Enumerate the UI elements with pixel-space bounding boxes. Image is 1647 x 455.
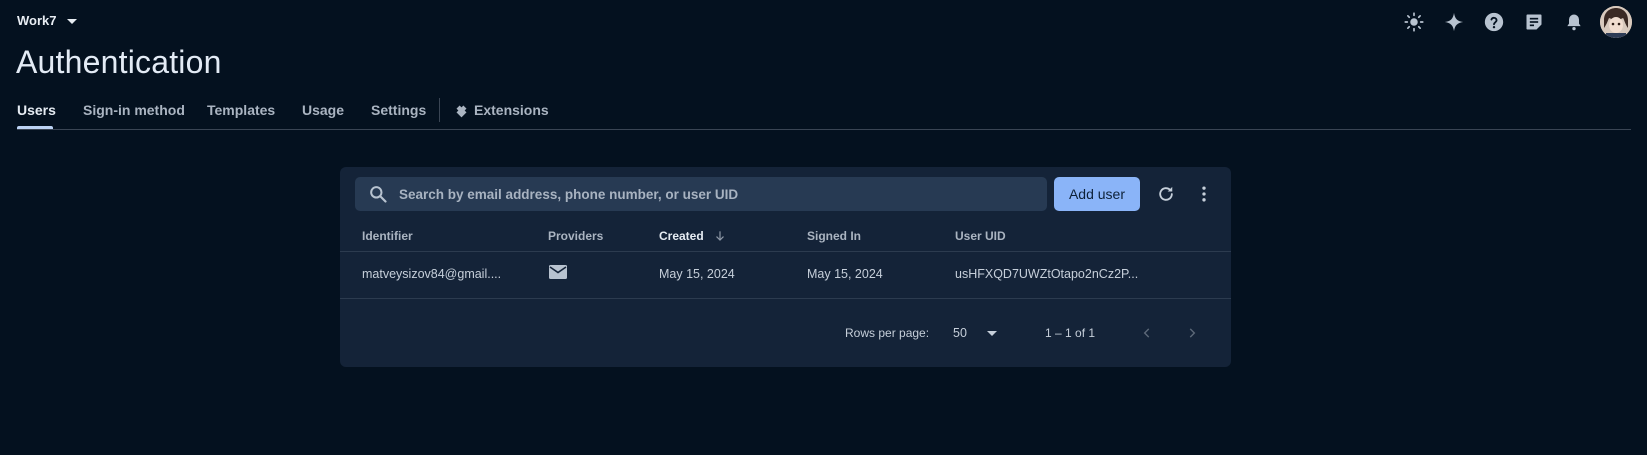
tab-settings[interactable]: Settings bbox=[371, 102, 426, 118]
column-label: Created bbox=[659, 229, 704, 243]
column-label: Providers bbox=[548, 229, 604, 243]
notifications-bell-icon[interactable] bbox=[1560, 8, 1588, 36]
cell-signed-in: May 15, 2024 bbox=[807, 267, 883, 281]
tab-divider bbox=[439, 98, 440, 122]
pagination-range: 1 – 1 of 1 bbox=[1045, 326, 1096, 340]
previous-page-button[interactable] bbox=[1137, 323, 1157, 343]
column-label: Signed In bbox=[807, 229, 861, 243]
chevron-left-icon bbox=[1143, 328, 1150, 338]
table-header: Identifier Providers Created Signed In U… bbox=[340, 219, 1231, 252]
users-table-card: Add user Identifier Providers Created Si… bbox=[340, 167, 1231, 367]
chevron-down-icon bbox=[986, 331, 997, 336]
tab-label: Extensions bbox=[474, 102, 549, 118]
search-input[interactable] bbox=[397, 185, 1031, 203]
theme-brightness-icon[interactable] bbox=[1400, 8, 1428, 36]
tab-users[interactable]: Users bbox=[17, 102, 56, 118]
sort-descending-icon bbox=[715, 231, 724, 241]
search-icon bbox=[368, 184, 388, 204]
chevron-down-icon bbox=[66, 18, 77, 24]
top-actions bbox=[1388, 6, 1647, 38]
top-bar: Work7 bbox=[0, 0, 1647, 42]
column-header-signed-in[interactable]: Signed In bbox=[807, 229, 861, 243]
tab-label: Templates bbox=[207, 102, 276, 118]
rows-per-page-select[interactable]: 50 bbox=[953, 321, 1013, 345]
tab-label: Usage bbox=[302, 102, 345, 118]
active-tab-indicator bbox=[17, 126, 53, 129]
project-name: Work7 bbox=[17, 13, 57, 28]
column-header-created[interactable]: Created bbox=[659, 229, 727, 243]
help-icon[interactable] bbox=[1480, 8, 1508, 36]
column-label: Identifier bbox=[362, 229, 413, 243]
avatar[interactable] bbox=[1600, 6, 1632, 38]
project-selector[interactable]: Work7 bbox=[17, 13, 77, 28]
column-header-providers[interactable]: Providers bbox=[548, 229, 603, 243]
tab-sign-in-method[interactable]: Sign-in method bbox=[83, 102, 185, 118]
rows-per-page-label: Rows per page: bbox=[845, 326, 930, 340]
pagination-bar: Rows per page: 50 1 – 1 of 1 bbox=[340, 299, 1231, 367]
column-header-user-uid[interactable]: User UID bbox=[955, 229, 1006, 243]
tab-extensions[interactable]: Extensions bbox=[454, 102, 549, 118]
chevron-right-icon bbox=[1189, 328, 1196, 338]
cell-identifier: matveysizov84@gmail.... bbox=[362, 267, 502, 281]
page-title: Authentication bbox=[16, 44, 222, 80]
gemini-sparkle-icon[interactable] bbox=[1440, 8, 1468, 36]
cell-user-uid: usHFXQD7UWZtOtapo2nCz2P... bbox=[955, 267, 1139, 281]
more-vert-icon[interactable] bbox=[1192, 182, 1216, 206]
email-icon bbox=[548, 264, 568, 285]
table-row[interactable]: matveysizov84@gmail.... May 15, 2024 May… bbox=[340, 252, 1231, 299]
tab-label: Sign-in method bbox=[83, 102, 185, 118]
rows-per-page-value: 50 bbox=[953, 326, 967, 340]
tab-label: Users bbox=[17, 102, 56, 118]
tab-templates[interactable]: Templates bbox=[207, 102, 275, 118]
tab-bar: Users Sign-in method Templates Usage Set… bbox=[17, 98, 1631, 130]
cell-created: May 15, 2024 bbox=[659, 267, 735, 281]
next-page-button[interactable] bbox=[1182, 323, 1202, 343]
search-bar[interactable] bbox=[355, 177, 1047, 211]
extensions-icon bbox=[456, 105, 467, 117]
tab-label: Settings bbox=[371, 102, 427, 118]
release-notes-icon[interactable] bbox=[1520, 8, 1548, 36]
add-user-button[interactable]: Add user bbox=[1054, 177, 1140, 211]
column-label: User UID bbox=[955, 229, 1006, 243]
refresh-icon[interactable] bbox=[1154, 182, 1178, 206]
tab-usage[interactable]: Usage bbox=[302, 102, 344, 118]
column-header-identifier[interactable]: Identifier bbox=[362, 229, 413, 243]
